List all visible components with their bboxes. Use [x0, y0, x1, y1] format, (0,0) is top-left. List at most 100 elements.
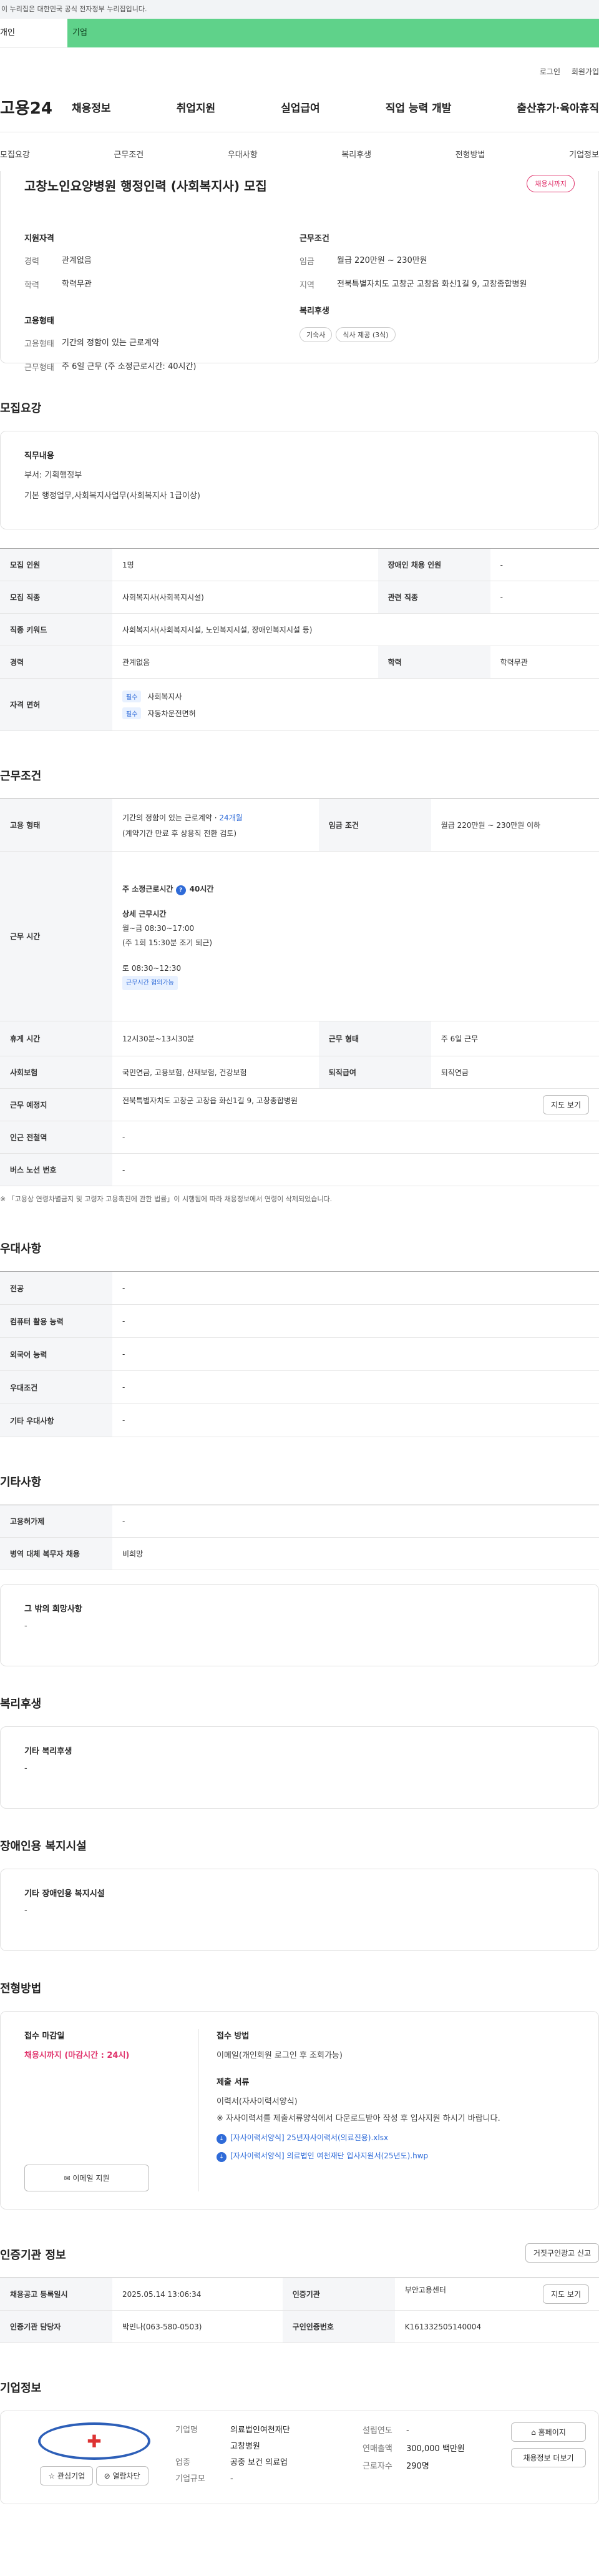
table-cell: -: [490, 548, 599, 581]
table-header-cell: 퇴직급여: [318, 1056, 431, 1089]
table-header-cell: 학력: [377, 646, 490, 679]
table-cell: -: [490, 581, 599, 614]
table-cell: -: [112, 1271, 599, 1305]
table-header-cell: 구인인증번호: [282, 2310, 395, 2343]
cond-heading: 근무조건: [300, 234, 329, 243]
job-desc-box: 직무내용 부서: 기획행정부 기본 행정업무,사회복지사업무(사회복지사 1급이…: [0, 431, 599, 529]
table-cell: 기간의 정함이 있는 근로계약 · 24개월 (계약기간 만료 후 상용직 전환 …: [112, 799, 319, 852]
map-button[interactable]: 지도 보기: [543, 1095, 589, 1114]
table-cell: 2025.05.14 13:06:34: [112, 2278, 283, 2311]
recruit-table: 모집 인원 1명 장애인 채용 인원 - 모집 직종 사회복지사(사회복지시설) 관련 직…: [0, 548, 599, 731]
job-title: 고창노인요양병원 행정인력 (사회복지사) 모집: [24, 179, 267, 194]
apply-box: 접수 마감일 채용시까지 (마감시간 : 24시) ✉ 이메일 지원 접수 방법…: [0, 2011, 599, 2210]
download-icon: ↓: [217, 2134, 226, 2144]
table-cell: -: [112, 1505, 599, 1538]
table-cell: -: [112, 1153, 599, 1186]
table-cell: 비희망: [112, 1537, 599, 1570]
section-title-prefer: 우대사항: [0, 1242, 42, 1256]
gnb-employment-support[interactable]: 취업지원: [177, 99, 216, 115]
table-header-cell: 인증기관: [282, 2278, 395, 2311]
table-header-cell: 장애인 채용 인원: [377, 548, 490, 581]
table-header-cell: 휴게 시간: [0, 1021, 112, 1056]
anchor-welfare[interactable]: 복리후생: [341, 148, 371, 160]
table-header-cell: 병역 대체 복무자 채용: [0, 1537, 112, 1570]
tab-personal[interactable]: 개인: [0, 19, 67, 47]
table-cell: 사회복지사(사회복지시설, 노인복지시설, 장애인복지시설 등): [112, 613, 599, 646]
table-header-cell: 고용 형태: [0, 799, 112, 852]
home-icon: ⌂: [531, 2428, 538, 2437]
table-header-cell: 버스 노선 번호: [0, 1153, 112, 1186]
table-cell: 학력무관: [490, 646, 599, 679]
email-apply-button[interactable]: ✉ 이메일 지원: [24, 2165, 149, 2191]
table-cell: -: [112, 1304, 599, 1338]
more-jobs-button[interactable]: 채용정보 더보기: [511, 2448, 586, 2467]
table-header-cell: 고용허가제: [0, 1505, 112, 1538]
table-header-cell: 인증기관 담당자: [0, 2310, 112, 2343]
login-link[interactable]: 로그인: [540, 67, 560, 76]
table-header-cell: 컴퓨터 활용 능력: [0, 1304, 112, 1338]
site-logo[interactable]: 고용24: [0, 96, 72, 119]
homepage-button[interactable]: ⌂ 홈페이지: [511, 2422, 586, 2442]
section-title-company: 기업정보: [0, 2382, 42, 2395]
benefit-tag: 기숙사: [300, 327, 333, 342]
table-header-cell: 근무 형태: [318, 1021, 431, 1056]
global-nav: 고용24 채용정보 취업지원 실업급여 직업 능력 개발 출산휴가·육아휴직: [0, 82, 599, 132]
company-box: ✚ ☆ 관심기업 ⊘ 열람차단 기업명 의료법인여천재단 고창병원 업종 공중 보건…: [0, 2411, 599, 2504]
table-cell: 월급 220만원 ~ 230만원 이하: [431, 799, 599, 852]
table-header-cell: 모집 인원: [0, 548, 112, 581]
section-title-cert: 인증기관 정보: [0, 2249, 66, 2262]
job-summary-card: 고창노인요양병원 행정인력 (사회복지사) 모집 채용시까지 지원자격 경력 관계…: [0, 171, 599, 373]
facility-box: 기타 장애인용 복지시설 -: [0, 1869, 599, 1951]
join-link[interactable]: 회원가입: [572, 67, 599, 76]
anchor-apply[interactable]: 전형방법: [455, 148, 485, 160]
anchor-recruit[interactable]: 모집요강: [0, 148, 30, 160]
section-title-welfare: 복리후생: [0, 1698, 42, 1711]
table-header-cell: 경력: [0, 646, 112, 679]
file-link-hwp[interactable]: ↓ [자사이력서양식] 의료법인 여천재단 입사지원서(25년도).hwp: [217, 2150, 575, 2162]
block-button[interactable]: ⊘ 열람차단: [95, 2466, 149, 2485]
cert-table: 채용공고 등록일시 2025.05.14 13:06:34 인증기관 부안고용센터 지도…: [0, 2278, 599, 2343]
section-anchor-tabs: 모집요강 근무조건 우대사항 복리후생 전형방법 기업정보: [0, 132, 599, 176]
utility-links: 로그인 회원가입: [0, 47, 599, 82]
table-cell: -: [112, 1370, 599, 1404]
table-header-cell: 모집 직종: [0, 581, 112, 614]
anchor-prefer[interactable]: 우대사항: [228, 148, 258, 160]
gnb-menu: 채용정보 취업지원 실업급여 직업 능력 개발 출산휴가·육아휴직: [72, 99, 599, 115]
table-cell: 관계없음: [112, 646, 378, 679]
benefit-tag: 식사 제공 (3식): [336, 327, 396, 342]
section-title-etc: 기타사항: [0, 1476, 42, 1489]
section-title-work: 근무조건: [0, 770, 42, 783]
emp-heading: 고용형태: [24, 317, 54, 326]
anchor-company[interactable]: 기업정보: [569, 148, 599, 160]
gnb-unemployment-benefit[interactable]: 실업급여: [281, 99, 320, 115]
mail-icon: ✉: [64, 2174, 73, 2183]
table-cell: 1명: [112, 548, 378, 581]
table-cell: -: [112, 1121, 599, 1154]
gnb-vocational-training[interactable]: 직업 능력 개발: [386, 99, 452, 115]
table-cell: 부안고용센터 지도 보기: [394, 2278, 599, 2311]
table-cell: 주 6일 근무: [431, 1021, 599, 1056]
table-cell: 국민연금, 고용보험, 산재보험, 건강보험: [112, 1056, 319, 1089]
deadline-badge: 채용시까지: [527, 175, 575, 192]
etc-table: 고용허가제 - 병역 대체 복무자 채용 비희망: [0, 1505, 599, 1570]
etc-box: 그 밖의 희망사항 -: [0, 1584, 599, 1666]
ben-heading: 복리후생: [300, 307, 329, 316]
table-cell: K161332505140004: [394, 2310, 599, 2343]
table-cell: -: [112, 1404, 599, 1437]
anchor-work[interactable]: 근무조건: [114, 148, 144, 160]
qual-heading: 지원자격: [24, 234, 54, 243]
table-header-cell: 근무 시간: [0, 851, 112, 1021]
tab-company[interactable]: 기업: [67, 19, 599, 47]
welfare-box: 기타 복리후생 -: [0, 1726, 599, 1809]
work-table: 고용 형태 기간의 정함이 있는 근로계약 · 24개월 (계약기간 만료 후 상용…: [0, 799, 599, 1186]
table-header-cell: 인근 전철역: [0, 1121, 112, 1154]
table-cell: 사회복지사(사회복지시설): [112, 581, 378, 614]
report-fake-ad-button[interactable]: 거짓구인광고 신고: [525, 2243, 599, 2263]
favorite-button[interactable]: ☆ 관심기업: [40, 2466, 94, 2485]
gnb-job-info[interactable]: 채용정보: [72, 99, 111, 115]
gnb-parental-leave[interactable]: 출산휴가·육아휴직: [517, 99, 599, 115]
file-link-xlsx[interactable]: ↓ [자사이력서양식] 25년자사이력서(의료진용).xlsx: [217, 2132, 575, 2144]
table-header-cell: 자격 면허: [0, 678, 112, 731]
download-icon: ↓: [217, 2152, 226, 2162]
cert-map-button[interactable]: 지도 보기: [543, 2284, 589, 2304]
